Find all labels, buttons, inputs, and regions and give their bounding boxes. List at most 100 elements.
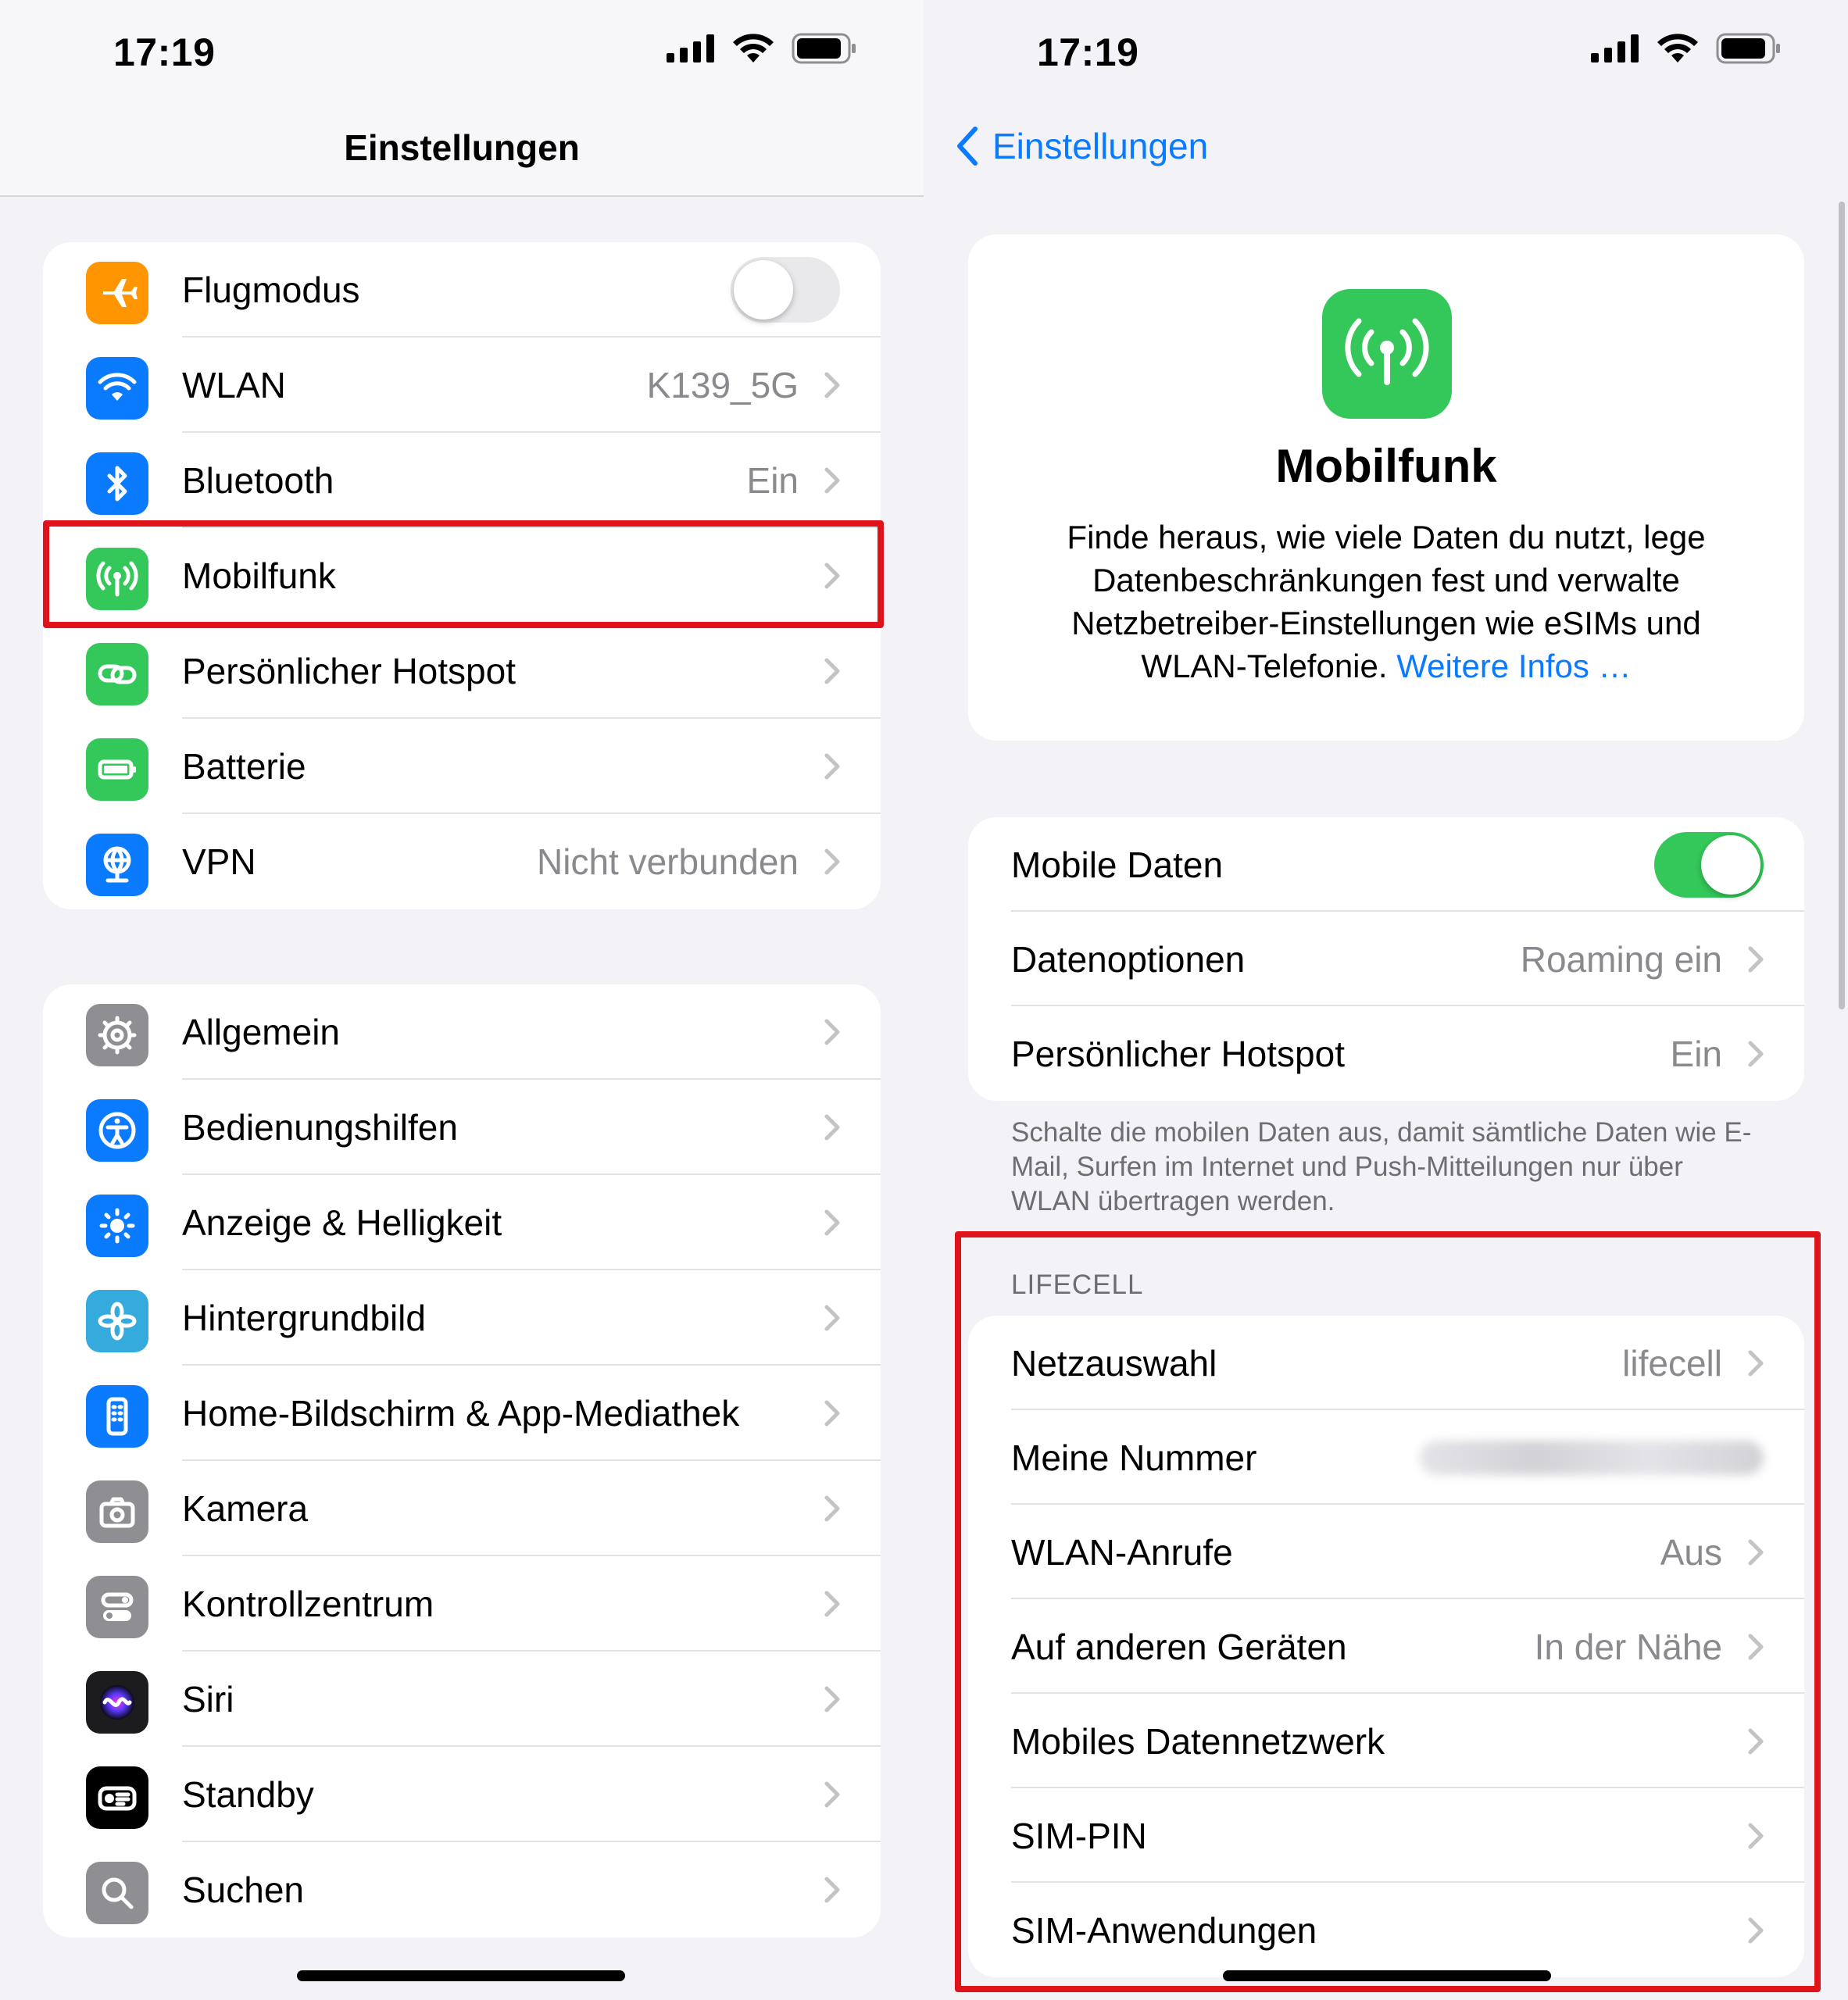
settings-item-home-bildschirm-app-mediathek[interactable]: Home-Bildschirm & App-Mediathek [43,1366,881,1461]
chevron-right-icon [824,1686,840,1712]
chevron-right-icon [824,1877,840,1903]
toggle-knob [734,260,793,320]
settings-item-wlan-anrufe[interactable]: WLAN-Anrufe Aus [968,1505,1804,1599]
settings-item-datenoptionen[interactable]: Datenoptionen Roaming ein [968,912,1804,1006]
settings-item-label: Persönlicher Hotspot [182,651,516,691]
nav-bar: Einstellungen [924,109,1848,197]
scroll-indicator[interactable] [1839,202,1845,1009]
mobilfunk-panel: 17:19 Einstellungen Mobilfunk Finde hera [924,0,1848,2000]
settings-item-netzauswahl[interactable]: Netzauswahl lifecell [968,1316,1804,1410]
settings-item-hintergrundbild[interactable]: Hintergrundbild [43,1270,881,1366]
mobile-data-footer: Schalte die mobilen Daten aus, damit säm… [1011,1117,1752,1216]
settings-item-flugmodus[interactable]: Flugmodus [43,242,881,338]
vpn-globe-icon-tile [86,834,148,896]
settings-item-mobilfunk[interactable]: Mobilfunk [43,528,881,623]
chevron-left-icon [957,127,978,166]
settings-item-sim-anwendungen[interactable]: SIM-Anwendungen [968,1883,1804,1977]
chevron-wrap [824,467,840,498]
settings-item-bluetooth[interactable]: Bluetooth Ein [43,433,881,528]
lifecell-group: Netzauswahl lifecell Meine Nummer WLAN-Anru… [968,1316,1804,1977]
settings-item-label: Mobilfunk [182,555,336,596]
settings-item-label: Kontrollzentrum [182,1584,434,1624]
mobile-daten-toggle[interactable] [1654,831,1764,898]
chevron-right-icon [824,467,840,494]
toggle-knob [1701,834,1760,895]
settings-item-persönlicher-hotspot[interactable]: Persönlicher Hotspot Ein [968,1006,1804,1101]
settings-item-wlan[interactable]: WLAN K139_5G [43,338,881,433]
gear-icon-tile [86,1004,148,1066]
antenna-icon [96,561,138,597]
battery-icon [98,759,136,780]
chevron-right-icon [1748,1634,1764,1660]
settings-item-mobile-daten[interactable]: Mobile Daten [968,817,1804,912]
settings-item-value: lifecell [1622,1342,1722,1384]
settings-item-vpn[interactable]: VPN Nicht verbunden [43,814,881,909]
chevron-right-icon [824,658,840,684]
chevron-wrap [824,1877,840,1907]
settings-item-value: Ein [746,460,799,501]
settings-item-bedienungshilfen[interactable]: Bedienungshilfen [43,1080,881,1175]
chevron-right-icon [1748,1350,1764,1377]
accessibility-icon [98,1112,136,1149]
settings-item-label: Flugmodus [182,270,360,310]
settings-item-label: Datenoptionen [1011,938,1246,980]
bluetooth-icon-tile [86,452,148,515]
settings-item-label: Auf anderen Geräten [1011,1626,1347,1667]
battery-icon-tile [86,738,148,801]
settings-item-label: VPN [182,841,256,882]
chevron-wrap [1748,1728,1764,1759]
chevron-wrap [1748,1634,1764,1664]
mobilfunk-app-icon [1322,289,1452,419]
mobile-data-group: Mobile Daten Datenoptionen Roaming ein Pers… [968,817,1804,1101]
home-indicator [297,1970,625,1981]
status-time: 17:19 [1037,30,1139,74]
chevron-right-icon [1748,1823,1764,1849]
settings-item-label: Meine Nummer [1011,1437,1257,1478]
chevron-wrap [824,1400,840,1430]
chevron-right-icon [824,753,840,780]
settings-item-label: SIM-Anwendungen [1011,1909,1317,1951]
settings-item-anzeige-helligkeit[interactable]: Anzeige & Helligkeit [43,1175,881,1270]
chevron-wrap [824,1019,840,1049]
settings-item-persönlicher-hotspot[interactable]: Persönlicher Hotspot [43,623,881,719]
more-info-link[interactable]: Weitere Infos … [1396,648,1631,684]
settings-item-label: Mobiles Datennetzwerk [1011,1720,1385,1762]
battery-status-icon [1716,33,1780,64]
phone-grid-icon [106,1397,128,1436]
hotspot-link-icon [98,664,137,684]
flugmodus-toggle[interactable] [731,257,840,323]
back-button[interactable]: Einstellungen [955,125,1208,167]
mobilfunk-description: Finde heraus, wie viele Daten du nutzt, … [1031,516,1742,688]
wifi-icon-tile [86,357,148,420]
settings-item-auf-anderen-geräten[interactable]: Auf anderen Geräten In der Nähe [968,1599,1804,1694]
settings-item-siri[interactable]: Siri [43,1652,881,1747]
settings-item-kamera[interactable]: Kamera [43,1461,881,1556]
chevron-right-icon [1748,1728,1764,1755]
settings-item-standby[interactable]: Standby [43,1747,881,1842]
brightness-icon-tile [86,1195,148,1257]
status-icons [1591,33,1782,64]
chevron-wrap [824,1686,840,1716]
settings-item-suchen[interactable]: Suchen [43,1842,881,1938]
chevron-right-icon [824,562,840,589]
settings-item-batterie[interactable]: Batterie [43,719,881,814]
settings-item-kontrollzentrum[interactable]: Kontrollzentrum [43,1556,881,1652]
chevron-right-icon [824,372,840,398]
chevron-wrap [824,1305,840,1335]
airplane-icon [103,279,138,307]
wifi-status-icon [733,34,774,62]
antenna-icon-tile [86,548,148,610]
bluetooth-icon [107,466,127,502]
settings-item-meine-nummer[interactable]: Meine Nummer [968,1410,1804,1505]
chevron-right-icon [1748,946,1764,973]
settings-item-mobiles-datennetzwerk[interactable]: Mobiles Datennetzwerk [968,1694,1804,1788]
camera-icon [99,1497,135,1528]
settings-item-allgemein[interactable]: Allgemein [43,984,881,1080]
siri-icon-tile [86,1671,148,1734]
settings-panel: 17:19 Einstellungen Flugmodus WLAN K139_5G… [0,0,924,2000]
settings-item-value: Aus [1660,1531,1722,1573]
settings-item-label: WLAN-Anrufe [1011,1531,1233,1573]
settings-item-value: In der Nähe [1534,1626,1722,1667]
settings-item-sim-pin[interactable]: SIM-PIN [968,1788,1804,1883]
signal-icon [667,34,714,62]
